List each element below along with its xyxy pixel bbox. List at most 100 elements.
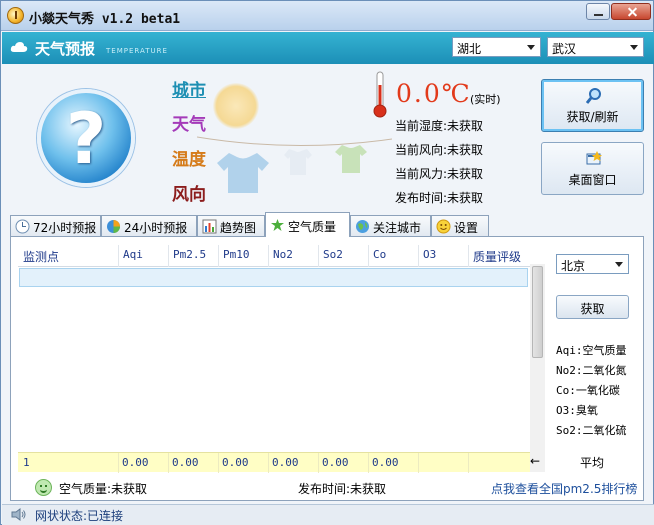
- column-header[interactable]: Co: [373, 248, 386, 261]
- pie-chart-icon: [107, 220, 120, 233]
- column-divider: [168, 453, 169, 473]
- temperature-label: 温度: [172, 150, 206, 170]
- wind-label: 风向: [172, 185, 206, 205]
- city-select[interactable]: 武汉: [547, 37, 644, 57]
- column-header[interactable]: Pm2.5: [173, 248, 206, 261]
- pm25-ranking-link[interactable]: 点我查看全国pm2.5排行榜: [491, 480, 637, 497]
- tab-label: 趋势图: [220, 221, 257, 235]
- tab-trend-chart[interactable]: 趋势图: [197, 215, 265, 236]
- tab-followed-cities[interactable]: 关注城市: [350, 215, 431, 236]
- station-value: 北京: [561, 259, 586, 273]
- title-bar[interactable]: 小燚天气秀 v1.2 beta1: [1, 1, 653, 31]
- refresh-button[interactable]: 获取/刷新: [541, 79, 644, 132]
- column-header[interactable]: Aqi: [123, 248, 143, 261]
- chevron-down-icon: [615, 262, 623, 267]
- column-divider: [368, 453, 369, 473]
- legend-o3: O3:臭氧: [556, 404, 598, 417]
- tab-label: 24小时预报: [124, 221, 188, 235]
- province-value: 湖北: [457, 42, 482, 56]
- average-cell: 0.00: [172, 456, 199, 469]
- table-header: 监测点 Aqi Pm2.5 Pm10 No2 So2 Co O3 质量评级: [18, 245, 530, 267]
- shirt-decoration: [335, 145, 367, 173]
- desktop-window-label: 桌面窗口: [568, 173, 617, 187]
- thermometer-icon: [373, 71, 387, 118]
- column-header[interactable]: Pm10: [223, 248, 250, 261]
- globe-icon: [356, 220, 369, 233]
- scrollbar-thumb[interactable]: [532, 266, 543, 358]
- desktop-window-button[interactable]: 桌面窗口: [541, 142, 644, 195]
- shirt-decoration: [284, 149, 312, 175]
- column-header[interactable]: So2: [323, 248, 343, 261]
- column-header[interactable]: 质量评级: [473, 248, 521, 265]
- station-select[interactable]: 北京: [556, 254, 629, 274]
- column-header[interactable]: 监测点: [23, 248, 59, 265]
- leaf-icon: [271, 219, 284, 231]
- table-row[interactable]: [19, 268, 528, 287]
- network-status: 网状状态:已连接: [35, 509, 124, 523]
- app-icon: [7, 7, 24, 24]
- column-divider: [368, 245, 369, 267]
- column-divider: [468, 453, 469, 473]
- air-publish-time: 发布时间:未获取: [298, 482, 387, 496]
- legend-aqi: Aqi:空气质量: [556, 344, 627, 357]
- desktop-icon: [586, 151, 602, 165]
- legend-no2: No2:二氧化氮: [556, 364, 627, 377]
- column-divider: [318, 245, 319, 267]
- column-divider: [118, 453, 119, 473]
- air-quality-status: 空气质量:未获取: [59, 482, 148, 496]
- column-divider: [268, 453, 269, 473]
- chevron-down-icon: [527, 45, 535, 50]
- shirt-decoration: [217, 153, 269, 193]
- tab-label: 设置: [454, 221, 479, 235]
- column-divider: [118, 245, 119, 267]
- tab-settings[interactable]: 设置: [431, 215, 489, 236]
- clock-icon: [15, 219, 30, 234]
- close-button[interactable]: [611, 3, 651, 20]
- average-label: 平均: [580, 456, 605, 470]
- air-quality-table[interactable]: 监测点 Aqi Pm2.5 Pm10 No2 So2 Co O3 质量评级: [18, 245, 530, 472]
- average-arrow: ←: [530, 454, 541, 468]
- header-subtitle: TEMPERATURE: [106, 47, 168, 55]
- bar-chart-icon: [202, 219, 217, 234]
- wind-power-text: 当前风力:未获取: [395, 167, 484, 181]
- realtime-note: (实时): [470, 93, 501, 106]
- tab-label: 关注城市: [373, 221, 422, 235]
- city-label[interactable]: 城市: [172, 76, 206, 101]
- tab-72-hour[interactable]: 72小时预报: [10, 215, 101, 236]
- get-air-quality-button[interactable]: 获取: [556, 295, 629, 319]
- column-header[interactable]: O3: [423, 248, 436, 261]
- minimize-button[interactable]: [586, 3, 610, 20]
- column-divider: [468, 245, 469, 267]
- speaker-icon[interactable]: [11, 508, 27, 521]
- column-divider: [418, 453, 419, 473]
- province-select[interactable]: 湖北: [452, 37, 541, 57]
- chevron-down-icon: [630, 45, 638, 50]
- average-cell: 0.00: [372, 456, 399, 469]
- column-divider: [268, 245, 269, 267]
- tab-air-quality[interactable]: 空气质量: [265, 212, 350, 237]
- average-row: 1 0.00 0.00 0.00 0.00 0.00 0.00: [18, 452, 530, 473]
- tab-label: 空气质量: [288, 220, 337, 234]
- sun-decoration: [213, 83, 259, 129]
- publish-time-text: 发布时间:未获取: [395, 191, 484, 205]
- average-cell: 0.00: [222, 456, 249, 469]
- tab-24-hour[interactable]: 24小时预报: [101, 215, 197, 236]
- column-divider: [168, 245, 169, 267]
- weather-label: 天气: [172, 115, 206, 135]
- temperature-value: 0.0℃: [396, 79, 472, 108]
- average-cell: 0.00: [322, 456, 349, 469]
- refresh-label: 获取/刷新: [566, 110, 619, 124]
- legend-co: Co:一氧化碳: [556, 384, 620, 397]
- column-divider: [218, 453, 219, 473]
- humidity-text: 当前湿度:未获取: [395, 119, 484, 133]
- column-divider: [318, 453, 319, 473]
- smiley-icon: [436, 219, 451, 234]
- average-cell: 0.00: [122, 456, 149, 469]
- column-divider: [418, 245, 419, 267]
- column-divider: [218, 245, 219, 267]
- app-window: 小燚天气秀 v1.2 beta1 天气预报 TEMPERATURE 湖北 武汉 …: [0, 0, 654, 525]
- column-header[interactable]: No2: [273, 248, 293, 261]
- weather-unknown-icon: ?: [37, 89, 135, 187]
- city-value: 武汉: [552, 42, 577, 56]
- average-cell: 0.00: [272, 456, 299, 469]
